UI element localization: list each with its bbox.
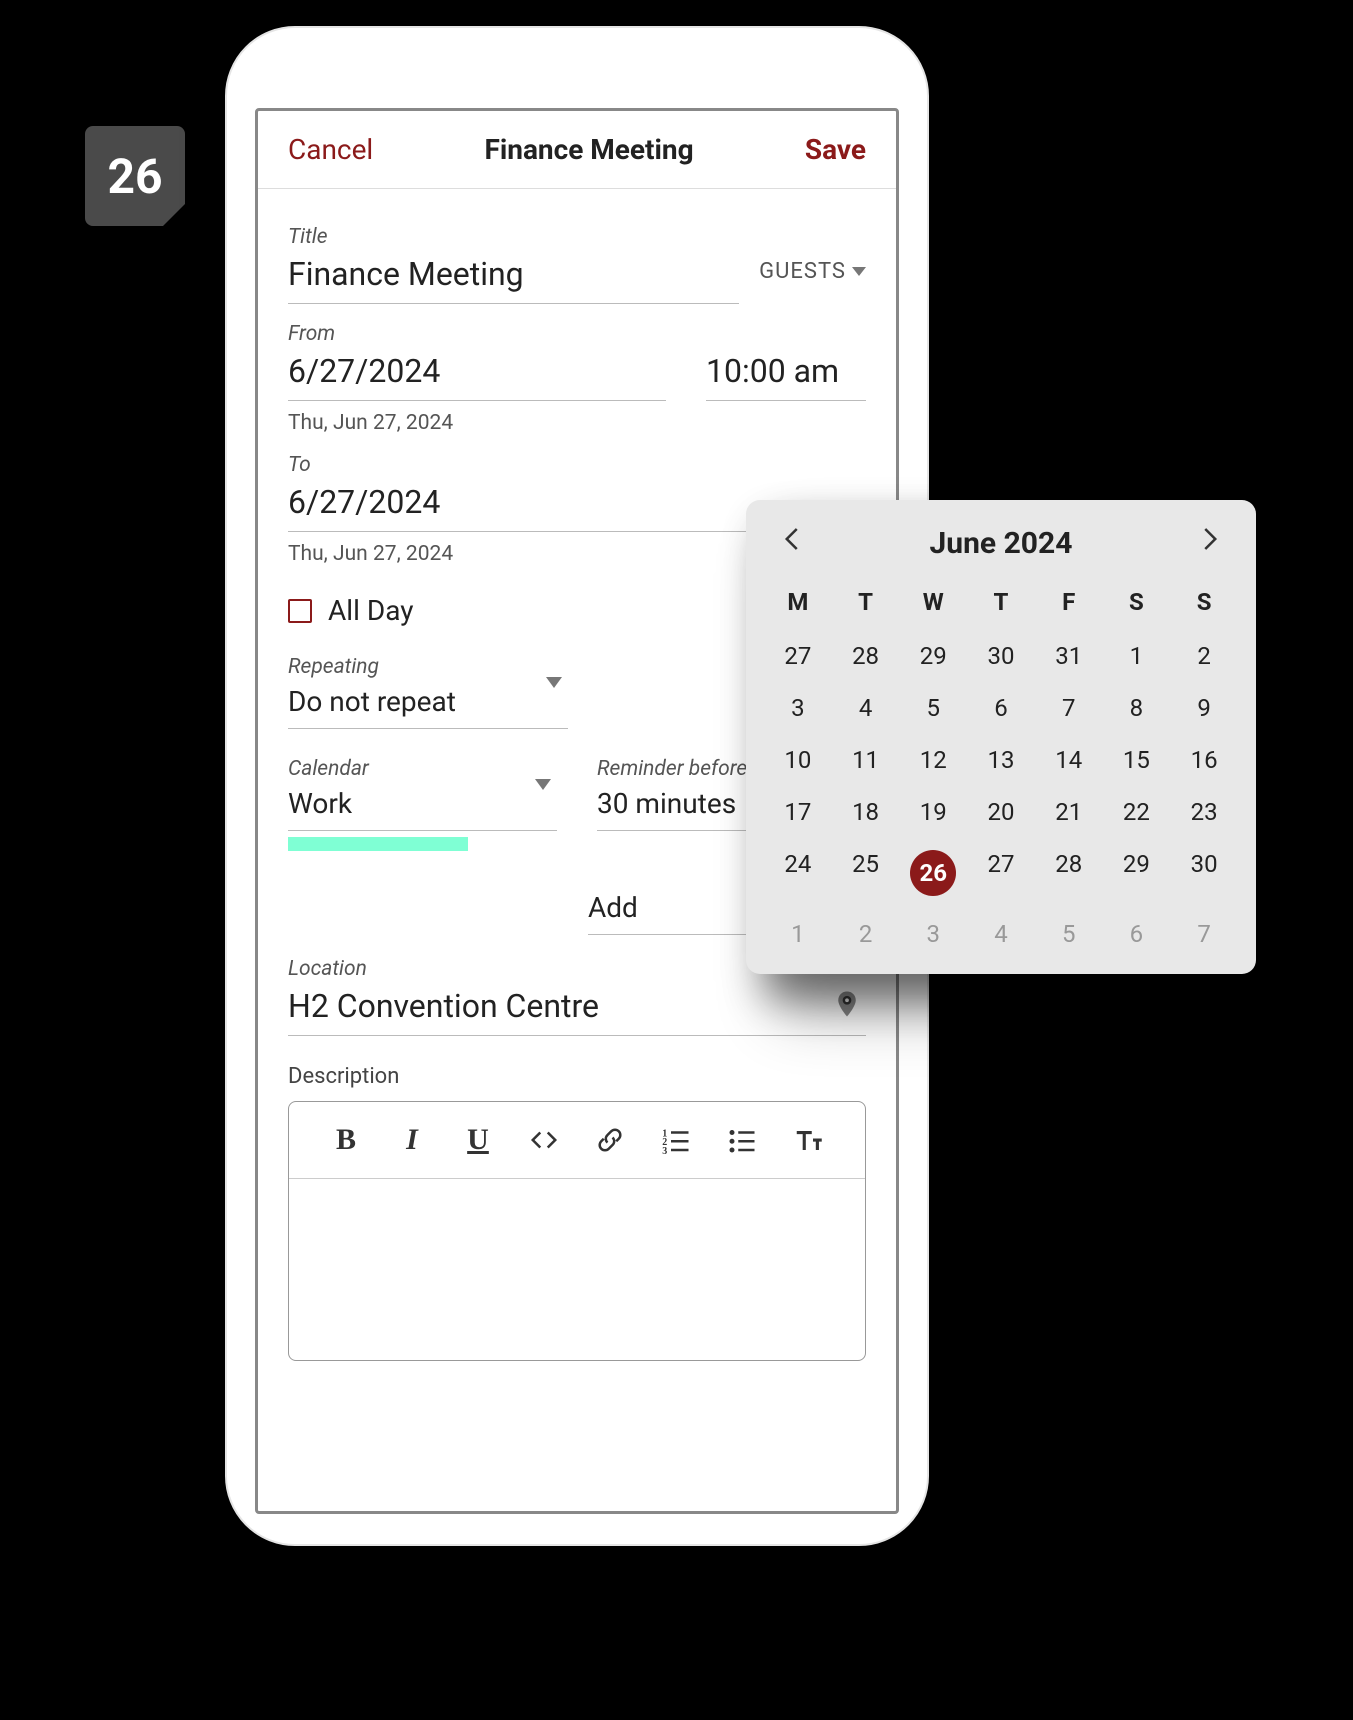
repeating-label: Repeating [288,655,568,679]
repeating-select[interactable]: Do not repeat [288,679,568,729]
day-cell[interactable]: 16 [1170,734,1238,786]
day-cell[interactable]: 30 [1170,838,1238,908]
next-month-button[interactable] [1186,524,1232,562]
svg-text:3: 3 [662,1146,667,1155]
from-time-input[interactable]: 10:00 am [706,346,866,401]
day-cell[interactable]: 1 [1103,630,1171,682]
selected-day-cell[interactable]: 26 [899,838,967,908]
day-cell[interactable]: 3 [764,682,832,734]
all-day-label: All Day [328,594,413,627]
month-label[interactable]: June 2024 [930,526,1073,561]
day-of-week-header: T [832,578,900,630]
italic-icon[interactable]: I [394,1122,430,1158]
calendar-select[interactable]: Work [288,781,557,831]
day-cell[interactable]: 2 [832,908,900,960]
day-of-week-header: S [1103,578,1171,630]
day-cell[interactable]: 11 [832,734,900,786]
cancel-button[interactable]: Cancel [288,133,373,166]
day-cell[interactable]: 21 [1035,786,1103,838]
day-cell[interactable]: 18 [832,786,900,838]
from-date-input[interactable]: 6/27/2024 [288,346,666,401]
day-of-week-header: M [764,578,832,630]
day-cell[interactable]: 3 [899,908,967,960]
underline-icon[interactable]: U [460,1122,496,1158]
link-icon[interactable] [592,1122,628,1158]
day-cell[interactable]: 6 [967,682,1035,734]
day-of-week-header: T [967,578,1035,630]
day-cell[interactable]: 17 [764,786,832,838]
calendar-app-icon: 26 [85,126,185,226]
rte-toolbar: B I U 123 [289,1102,865,1179]
ordered-list-icon[interactable]: 123 [658,1122,694,1158]
to-label: To [288,453,866,477]
day-cell[interactable]: 30 [967,630,1035,682]
day-cell[interactable]: 15 [1103,734,1171,786]
day-cell[interactable]: 12 [899,734,967,786]
chevron-down-icon [546,677,562,688]
chevron-down-icon [535,779,551,790]
day-cell[interactable]: 14 [1035,734,1103,786]
day-of-week-header: S [1170,578,1238,630]
day-cell[interactable]: 28 [832,630,900,682]
checkbox-icon [288,599,312,623]
day-cell[interactable]: 27 [764,630,832,682]
edit-header: Cancel Finance Meeting Save [258,111,896,189]
day-cell[interactable]: 7 [1170,908,1238,960]
day-cell[interactable]: 25 [832,838,900,908]
day-cell[interactable]: 6 [1103,908,1171,960]
from-label: From [288,322,866,346]
chevron-down-icon [852,267,866,276]
calendar-label: Calendar [288,757,557,781]
day-cell[interactable]: 13 [967,734,1035,786]
day-cell[interactable]: 4 [967,908,1035,960]
day-of-week-header: F [1035,578,1103,630]
date-picker-popover: June 2024 MTWTFSS27282930311234567891011… [746,500,1256,974]
day-cell[interactable]: 5 [899,682,967,734]
location-pin-icon[interactable] [832,989,862,1027]
bold-icon[interactable]: B [328,1122,364,1158]
day-cell[interactable]: 28 [1035,838,1103,908]
calendar-color-bar [288,837,468,851]
code-icon[interactable] [526,1122,562,1158]
day-cell[interactable]: 10 [764,734,832,786]
day-cell[interactable]: 4 [832,682,900,734]
day-cell[interactable]: 31 [1035,630,1103,682]
unordered-list-icon[interactable] [724,1122,760,1158]
day-cell[interactable]: 29 [1103,838,1171,908]
day-cell[interactable]: 5 [1035,908,1103,960]
description-label: Description [288,1064,866,1089]
day-cell[interactable]: 7 [1035,682,1103,734]
day-cell[interactable]: 22 [1103,786,1171,838]
calendar-grid: MTWTFSS272829303112345678910111213141516… [764,578,1238,960]
prev-month-button[interactable] [770,524,816,562]
description-editor[interactable]: B I U 123 [288,1101,866,1361]
title-input[interactable]: Finance Meeting [288,249,739,304]
day-cell[interactable]: 29 [899,630,967,682]
day-cell[interactable]: 24 [764,838,832,908]
day-of-week-header: W [899,578,967,630]
day-cell[interactable]: 19 [899,786,967,838]
title-label: Title [288,225,739,249]
day-cell[interactable]: 20 [967,786,1035,838]
save-button[interactable]: Save [805,133,866,166]
text-size-icon[interactable] [790,1122,826,1158]
day-cell[interactable]: 2 [1170,630,1238,682]
day-cell[interactable]: 1 [764,908,832,960]
day-cell[interactable]: 23 [1170,786,1238,838]
day-cell[interactable]: 9 [1170,682,1238,734]
day-cell[interactable]: 8 [1103,682,1171,734]
guests-label: GUESTS [759,259,846,284]
guests-dropdown[interactable]: GUESTS [759,259,866,304]
header-title: Finance Meeting [484,133,693,166]
day-cell[interactable]: 27 [967,838,1035,908]
app-icon-label: 26 [107,148,162,205]
location-input[interactable]: H2 Convention Centre [288,981,866,1036]
from-helper: Thu, Jun 27, 2024 [288,411,866,435]
